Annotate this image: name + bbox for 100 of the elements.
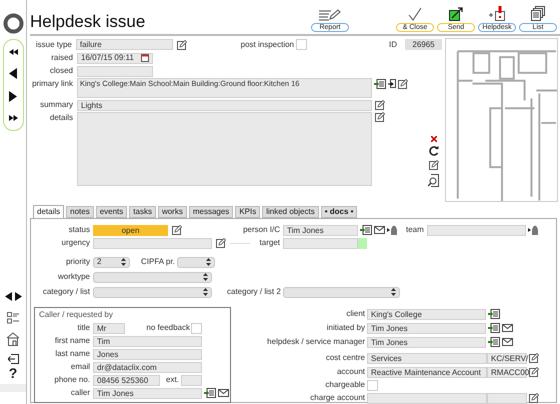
field-label: phone no. — [53, 374, 90, 386]
target-indicator — [358, 238, 367, 248]
field-label: status — [68, 224, 90, 236]
target-field[interactable] — [283, 238, 358, 248]
field-label: summary — [39, 99, 73, 111]
field-label: target — [258, 237, 280, 249]
caller-field[interactable]: Tim Jones — [93, 388, 202, 398]
field-label: ID — [389, 38, 397, 50]
cost-centre-code-field[interactable]: KC/SERV/ — [487, 352, 527, 364]
account-code-field[interactable]: RMACC00 — [487, 366, 527, 378]
tab[interactable]: messages — [188, 206, 234, 218]
field-label: email — [70, 361, 90, 373]
post-inspection-checkbox[interactable] — [296, 39, 307, 50]
list-icon[interactable] — [488, 337, 500, 347]
charge-account-code-field[interactable] — [487, 392, 527, 404]
closed-field[interactable] — [77, 66, 153, 76]
summary-field[interactable]: Lights — [77, 100, 372, 110]
team-field[interactable] — [426, 224, 526, 236]
refresh-icon[interactable] — [428, 146, 438, 156]
no-feedback-checkbox[interactable] — [191, 322, 202, 334]
zoom-document-icon[interactable] — [428, 174, 439, 187]
exit-icon[interactable] — [8, 354, 18, 364]
edit-icon[interactable] — [216, 238, 226, 248]
last-name-field[interactable]: Jones — [93, 348, 202, 360]
field-label: title — [76, 322, 90, 334]
manager-field[interactable]: Tim Jones — [367, 336, 486, 348]
client-field[interactable]: King's College — [367, 308, 486, 320]
list-icon[interactable] — [488, 309, 500, 319]
edit-icon[interactable] — [375, 100, 385, 110]
rewind-icon[interactable] — [8, 49, 18, 56]
field-label: team — [406, 224, 424, 236]
field-label: worktype — [56, 271, 90, 283]
tab[interactable]: details — [33, 205, 64, 218]
document-arrow-icon[interactable] — [388, 79, 396, 89]
field-label: category / list 2 — [227, 286, 281, 298]
field-label: raised — [50, 52, 73, 64]
field-label: primary link — [31, 78, 73, 90]
help-glyph[interactable]: ? — [8, 366, 18, 380]
person-field[interactable]: Tim Jones — [283, 224, 358, 236]
close-icon[interactable] — [430, 136, 436, 142]
edit-icon[interactable] — [176, 40, 187, 50]
mail-icon[interactable] — [374, 226, 385, 234]
fast-forward-icon[interactable] — [8, 114, 18, 121]
updown-arrows-icon — [203, 288, 208, 296]
house-icon[interactable] — [6, 332, 20, 346]
updown-arrows-icon — [390, 288, 396, 296]
left-right-arrows-icon[interactable] — [4, 292, 22, 301]
alert-document-icon — [489, 6, 505, 21]
field-label: initiated by — [326, 322, 365, 334]
tab[interactable]: events — [96, 206, 128, 218]
checklist-icon[interactable] — [7, 312, 19, 324]
sidebar-strip — [0, 384, 26, 392]
field-label: helpdesk / service manager — [266, 336, 365, 348]
cipfa-select[interactable] — [176, 256, 215, 268]
status-field[interactable]: open — [93, 224, 168, 236]
edit-icon[interactable] — [529, 367, 539, 377]
edit-icon[interactable] — [428, 160, 438, 170]
next-icon[interactable] — [9, 91, 17, 102]
account-field[interactable]: Reactive Maintenance Account — [367, 366, 487, 378]
initiated-by-field[interactable]: Tim Jones — [367, 322, 486, 334]
person-arrow-icon[interactable] — [528, 225, 539, 235]
list-icon[interactable] — [360, 225, 372, 235]
tab[interactable]: linked objects — [262, 206, 319, 218]
field-label: ext. — [166, 374, 179, 386]
previous-icon[interactable] — [9, 68, 17, 79]
phone-field[interactable]: 08456 525360 — [93, 374, 160, 386]
field-label: closed — [48, 65, 73, 77]
issue-type-field[interactable]: failure — [76, 39, 173, 50]
cost-centre-field[interactable]: Services — [367, 352, 487, 364]
edit-icon[interactable] — [529, 353, 539, 363]
field-label: CIPFA pr. — [141, 256, 175, 268]
edit-icon[interactable] — [375, 112, 385, 122]
tab[interactable]: works — [158, 206, 187, 218]
edit-icon[interactable] — [398, 79, 408, 89]
calendar-icon[interactable] — [141, 54, 149, 62]
mail-icon[interactable] — [502, 338, 513, 346]
chargeable-checkbox[interactable] — [367, 380, 378, 390]
ext-field[interactable] — [180, 374, 202, 386]
tab[interactable]: notes — [66, 206, 94, 218]
title-field[interactable]: Mr — [93, 322, 125, 334]
list-icon[interactable] — [204, 388, 216, 398]
tab[interactable]: tasks — [129, 206, 156, 218]
priority-select[interactable]: 2 — [93, 256, 130, 268]
list-icon[interactable] — [488, 323, 500, 333]
window-title: Helpdesk issue — [30, 12, 146, 32]
urgency-field[interactable] — [93, 238, 212, 248]
email-field[interactable]: dr@dataclix.com — [93, 362, 202, 372]
mail-icon[interactable] — [502, 324, 513, 332]
raised-date-field[interactable]: 16/07/15 09:11 — [77, 52, 153, 64]
tab[interactable]: • docs • — [320, 206, 358, 218]
first-name-field[interactable]: Tim — [93, 336, 202, 346]
list-icon[interactable] — [374, 79, 386, 89]
person-arrow-icon[interactable] — [387, 225, 398, 235]
field-label: caller — [70, 387, 90, 399]
mail-icon[interactable] — [218, 389, 229, 397]
charge-account-field[interactable] — [367, 392, 487, 404]
edit-icon[interactable] — [172, 225, 182, 235]
tab[interactable]: KPIs — [235, 206, 260, 218]
edit-icon[interactable] — [529, 393, 539, 403]
details-field[interactable] — [77, 112, 372, 186]
